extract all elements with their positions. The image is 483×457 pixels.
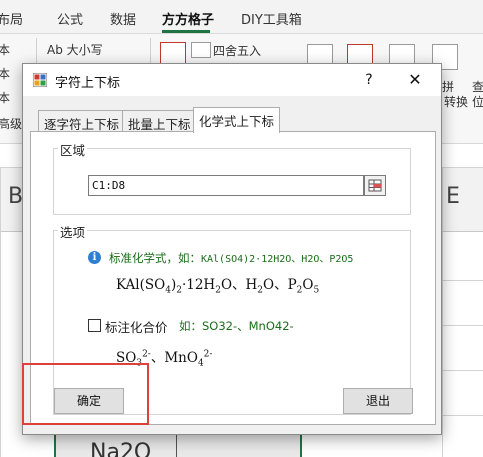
valence-checkbox[interactable] [88,319,101,332]
gridline [442,280,483,281]
gridline [442,370,483,371]
gridline [442,168,443,457]
area-group: 区域 C1:D8 [53,140,411,215]
range-picker-icon [368,179,382,192]
formula-subscript: 4 [197,358,204,369]
formula-superscript: 2- [203,349,213,360]
standard-formula-label: 标准化学式，如：KAl(SO4)2·12H2O、H2O、P2O5 [109,250,353,266]
range-select-button[interactable] [364,175,386,196]
round-icon [191,42,211,58]
formula-part: ·12H [181,277,216,293]
exit-button[interactable]: 退出 [343,388,413,414]
dialog-titlebar[interactable]: 字符上下标 ? ✕ [23,64,441,96]
standard-formula-text: 标准化学式，如： [109,251,201,265]
formula-subscript: 5 [313,285,320,296]
help-button[interactable]: ? [359,70,379,90]
ribbon-tab-bar: 布局 公式 数据 方方格子 DIY工具箱 [0,0,483,34]
column-header-e[interactable]: E [446,184,460,209]
formula-part: O [302,277,314,293]
ribbon-position-label[interactable]: 位 [472,93,483,110]
tab-formulas[interactable]: 公式 [57,9,83,28]
area-group-label: 区域 [58,140,88,159]
close-button[interactable]: ✕ [403,70,427,90]
valence-hint: 如：SO32-、MnO42- [179,319,294,333]
options-group-label: 选项 [58,222,88,241]
tab-fangfang[interactable]: 方方格子 [162,9,214,28]
ribbon-text-label[interactable]: 本 [0,89,10,106]
ribbon-convert-label[interactable]: 转换 [444,93,468,110]
formula-part: O、H [220,277,258,293]
case-button[interactable]: Ab 大小写 [47,41,103,58]
tab-diy-toolbox[interactable]: DIY工具箱 [241,9,302,28]
column-header-b[interactable]: B [8,184,23,209]
tab-batch[interactable]: 批量上下标 [122,110,197,132]
valence-label[interactable]: 标注化合价 [105,317,168,336]
ribbon-advanced-label[interactable]: 高级 [0,115,22,132]
round-button[interactable]: 四舍五入 [213,42,261,59]
active-tab-underline [162,30,210,33]
tab-data[interactable]: 数据 [110,9,136,28]
info-icon: i [88,251,101,264]
tab-layout[interactable]: 布局 [0,9,23,28]
formula-part: KAl(SO [116,277,166,293]
annotation-highlight-box [22,363,149,425]
app-icon [33,73,47,87]
ribbon-text-label[interactable]: 本 [0,65,10,82]
formula-superscript: 2- [142,349,151,360]
standard-formula-example: KAl(SO4)2·12H2O、H2O、P2O5 [201,254,354,265]
tab-char-by-char[interactable]: 逐字符上下标 [38,110,126,132]
gridline [442,325,483,326]
standard-formula-preview: KAl(SO4)2·12H2O、H2O、P2O5 [116,273,319,296]
range-input[interactable]: C1:D8 [88,175,364,196]
gridline [442,415,483,416]
cell-na2o[interactable]: Na2O [90,440,151,457]
cell-divider [176,432,177,457]
tab-chemical-formula[interactable]: 化学式上下标 [193,107,281,133]
gridline [0,168,1,457]
ribbon-text-label[interactable]: 本 [0,41,10,58]
formula-part: O、P [263,277,297,293]
dialog-title: 字符上下标 [55,76,121,91]
formula-part: 、MnO [150,350,198,366]
